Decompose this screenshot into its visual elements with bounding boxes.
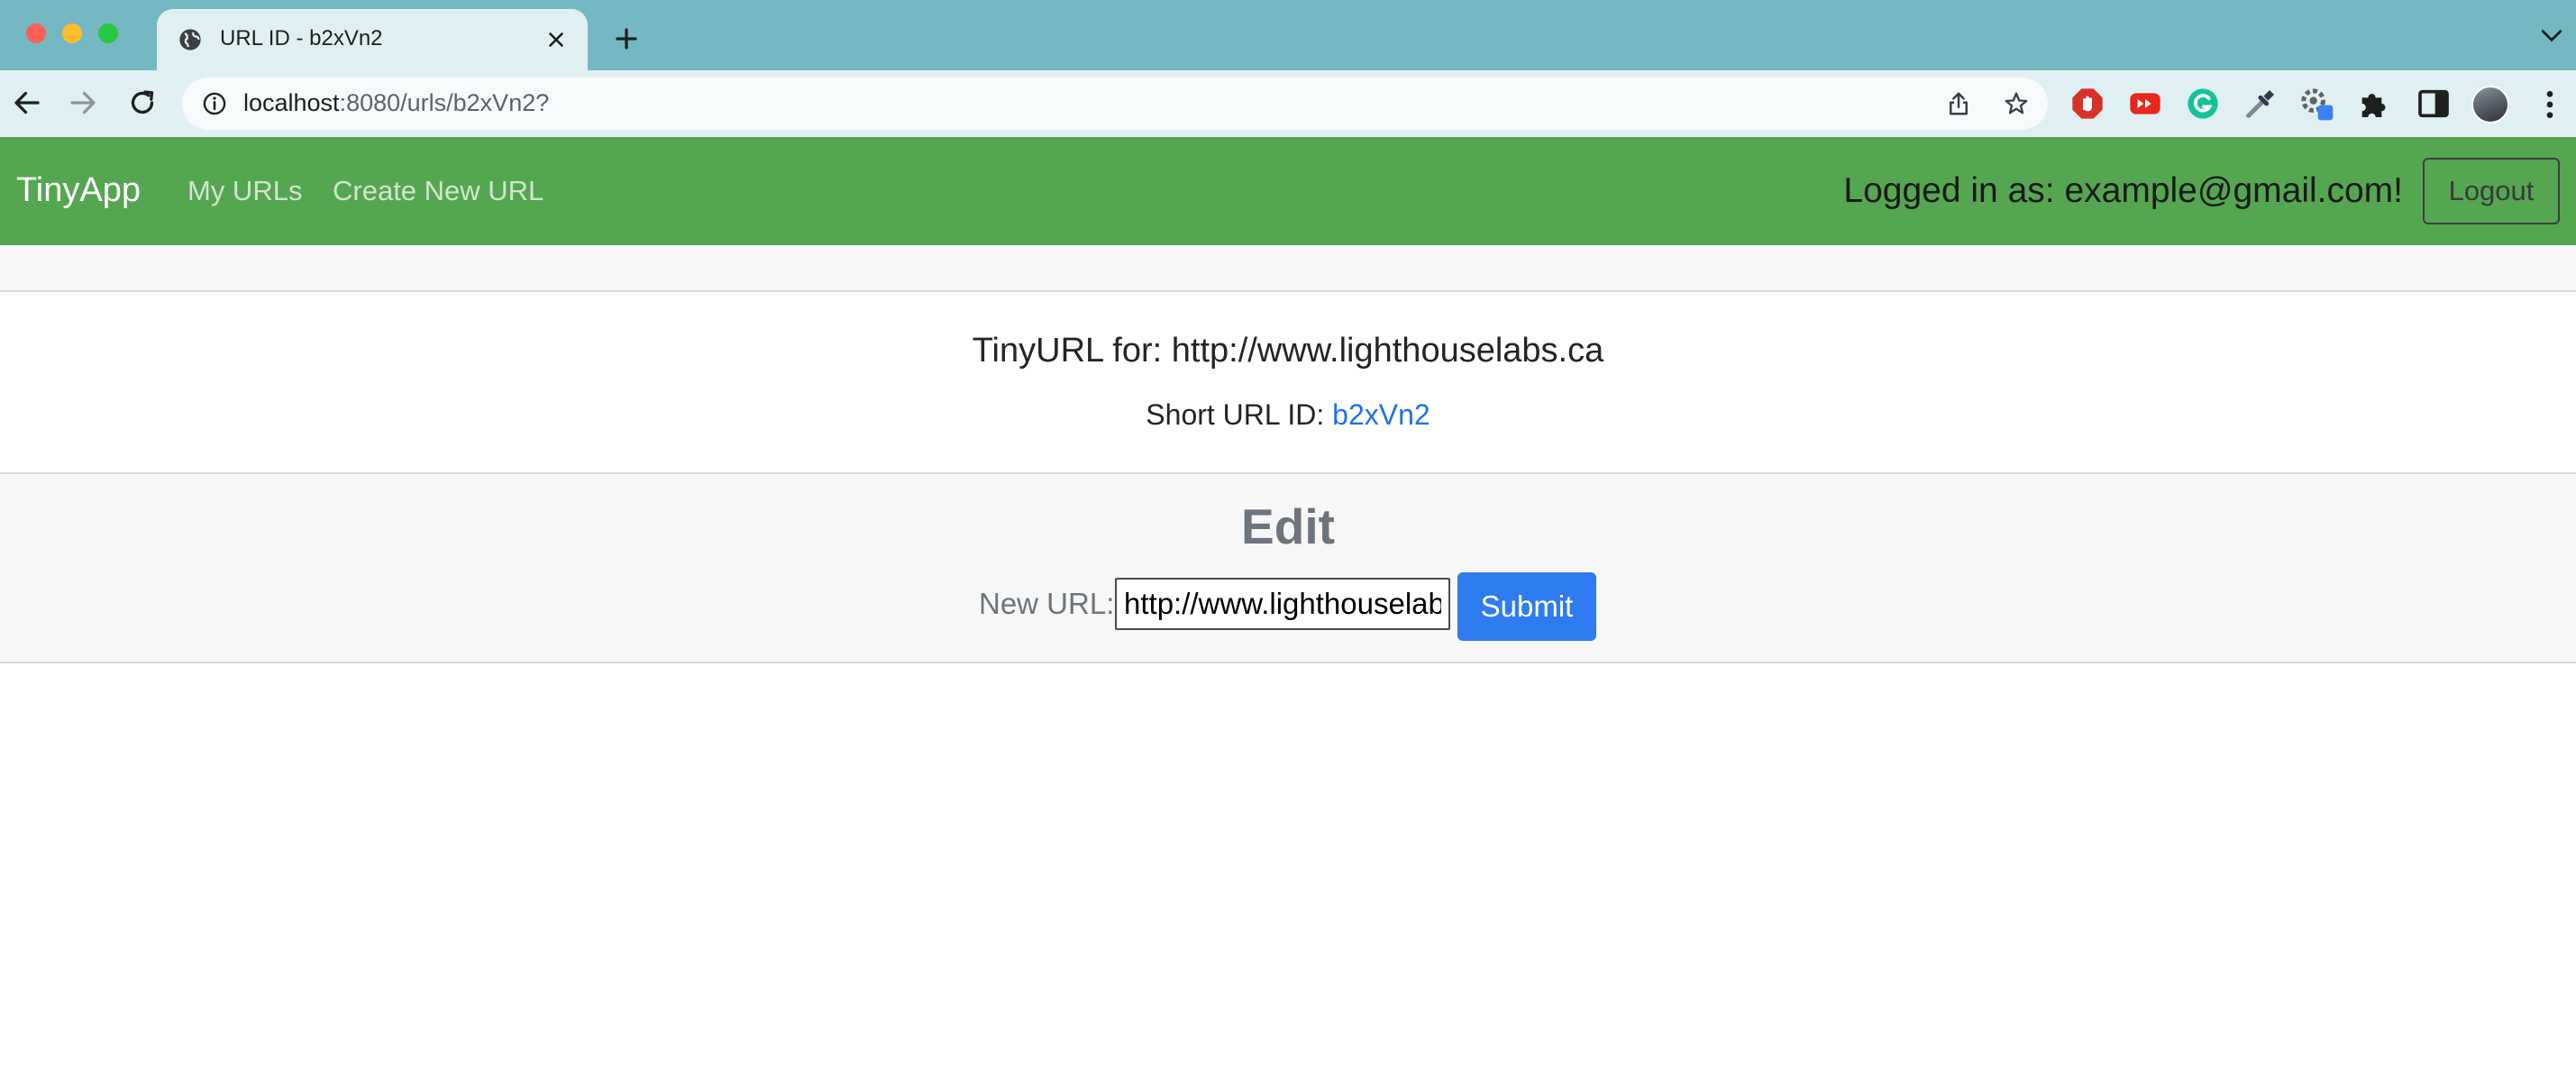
- adblock-extension-icon[interactable]: [2069, 86, 2106, 122]
- plus-icon[interactable]: [613, 25, 640, 52]
- forward-arrow-icon[interactable]: [67, 87, 99, 119]
- short-url-link[interactable]: b2xVn2: [1332, 398, 1430, 431]
- browser-tabstrip: URL ID - b2xVn2: [0, 0, 2576, 70]
- window-minimize-button[interactable]: [62, 23, 82, 43]
- nav-link-my-urls[interactable]: My URLs: [187, 175, 302, 207]
- browser-tab-active[interactable]: URL ID - b2xVn2: [157, 9, 588, 70]
- grammarly-extension-icon[interactable]: [2185, 86, 2221, 122]
- brand-link[interactable]: TinyApp: [16, 171, 141, 210]
- back-arrow-icon[interactable]: [11, 87, 43, 119]
- browser-toolbar: localhost:8080/urls/b2xVn2?: [0, 70, 2576, 137]
- share-icon[interactable]: [1945, 90, 1972, 117]
- new-url-input[interactable]: [1115, 578, 1450, 630]
- nav-link-create-new-url[interactable]: Create New URL: [333, 175, 544, 207]
- app-navbar: TinyApp My URLs Create New URL Logged in…: [0, 137, 2576, 245]
- edit-heading: Edit: [1241, 498, 1335, 554]
- chevron-down-icon[interactable]: [2540, 27, 2563, 45]
- youtube-extension-icon[interactable]: [2127, 86, 2163, 122]
- window-zoom-button[interactable]: [98, 23, 118, 43]
- profile-avatar[interactable]: [2471, 86, 2509, 123]
- reload-icon[interactable]: [126, 87, 159, 119]
- extensions-puzzle-icon[interactable]: [2356, 86, 2392, 122]
- gear-extension-icon[interactable]: [2298, 86, 2334, 122]
- submit-button[interactable]: Submit: [1457, 572, 1596, 641]
- tinyurl-heading: TinyURL for: http://www.lighthouselabs.c…: [972, 332, 1604, 370]
- bookmark-star-icon[interactable]: [2003, 90, 2030, 117]
- logout-button[interactable]: Logout: [2423, 158, 2560, 224]
- address-bar-url[interactable]: localhost:8080/urls/b2xVn2?: [243, 89, 549, 117]
- short-url-label: Short URL ID:: [1146, 398, 1333, 431]
- address-bar[interactable]: localhost:8080/urls/b2xVn2?: [182, 78, 2048, 130]
- globe-icon: [179, 29, 201, 50]
- logged-in-status: Logged in as: example@gmail.com!: [1843, 171, 2403, 210]
- tab-title: URL ID - b2xVn2: [220, 26, 383, 50]
- window-close-button[interactable]: [26, 23, 46, 43]
- color-picker-extension-icon[interactable]: [2243, 86, 2279, 122]
- page-spacer: [0, 245, 2576, 292]
- short-url-line: Short URL ID: b2xVn2: [0, 398, 2576, 432]
- new-url-label: New URL:: [979, 587, 1115, 620]
- url-info-card: TinyURL for: http://www.lighthouselabs.c…: [0, 292, 2576, 472]
- url-path: :8080/urls/b2xVn2?: [339, 89, 550, 116]
- edit-section: Edit New URL: Submit: [0, 472, 2576, 663]
- info-icon[interactable]: [202, 91, 227, 116]
- kebab-menu-icon[interactable]: [2536, 87, 2563, 123]
- url-host: localhost: [243, 89, 340, 116]
- close-icon[interactable]: [544, 28, 568, 51]
- side-panel-icon[interactable]: [2416, 86, 2452, 122]
